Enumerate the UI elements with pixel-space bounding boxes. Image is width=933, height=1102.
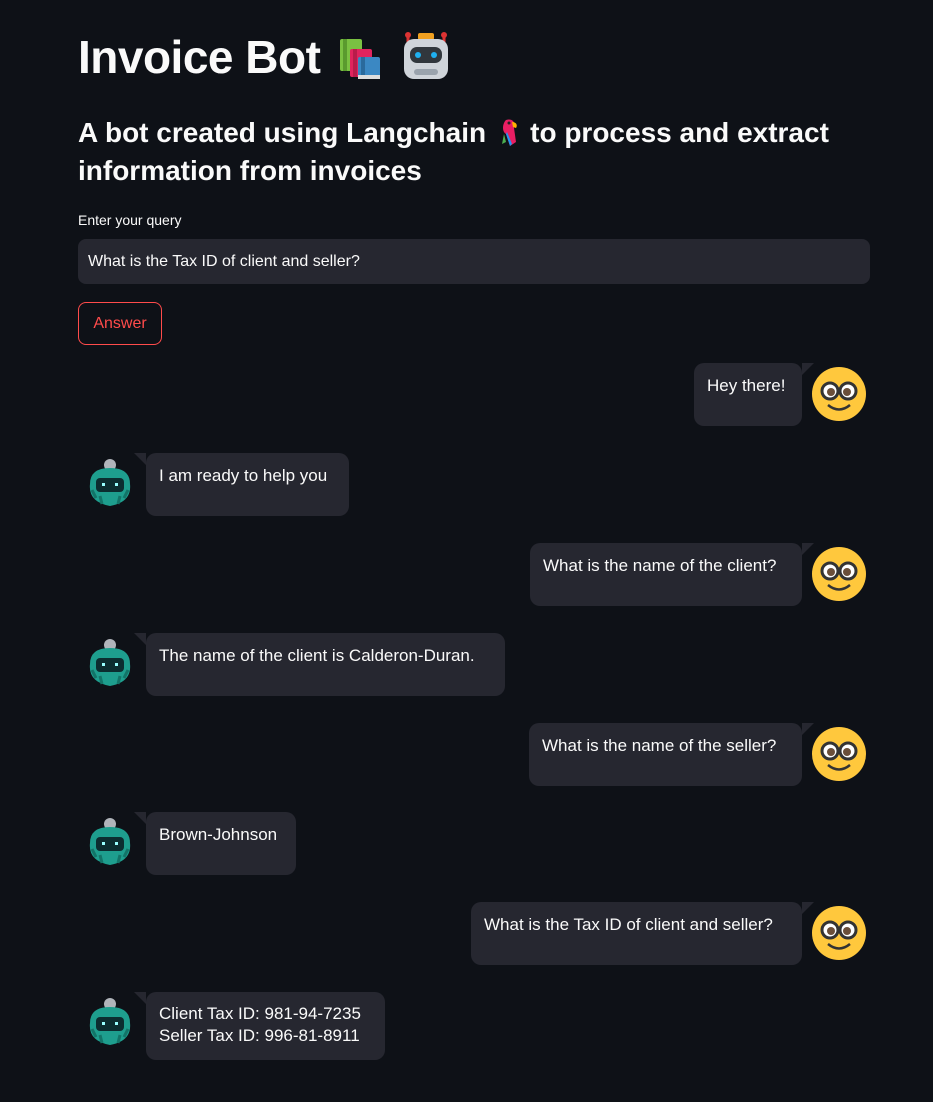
nerd-face-avatar-icon — [812, 367, 866, 421]
bot-message: The name of the client is Calderon-Duran… — [134, 633, 505, 696]
query-label: Enter your query — [78, 212, 182, 228]
bot-message: Client Tax ID: 981-94-7235 Seller Tax ID… — [134, 992, 385, 1060]
user-message: What is the name of the client? — [530, 543, 814, 606]
nerd-face-avatar-icon — [812, 727, 866, 781]
books-icon — [340, 39, 381, 79]
query-input[interactable] — [78, 239, 870, 284]
bot-message: Brown-Johnson — [134, 812, 296, 875]
user-message: What is the name of the seller? — [529, 723, 814, 786]
nerd-face-avatar-icon — [812, 547, 866, 601]
user-message: Hey there! — [694, 363, 814, 426]
page-title: Invoice Bot — [78, 30, 452, 84]
nerd-face-avatar-icon — [812, 906, 866, 960]
page-title-text: Invoice Bot — [78, 31, 321, 83]
bot-message: I am ready to help you — [134, 453, 349, 516]
parrot-icon — [502, 119, 517, 146]
answer-button[interactable]: Answer — [78, 302, 162, 345]
bot-avatar-icon — [89, 639, 131, 686]
bot-avatar-icon — [89, 459, 131, 506]
user-message: What is the Tax ID of client and seller? — [471, 902, 814, 965]
robot-icon — [404, 32, 449, 79]
bot-avatar-icon — [89, 998, 131, 1045]
app-page: Invoice Bot A bot created using Langchai… — [0, 0, 933, 1102]
bot-avatar-icon — [89, 818, 131, 865]
subtitle-text-1: A bot created using Langchain — [78, 117, 487, 148]
page-subtitle: A bot created using Langchain to process… — [78, 114, 868, 190]
